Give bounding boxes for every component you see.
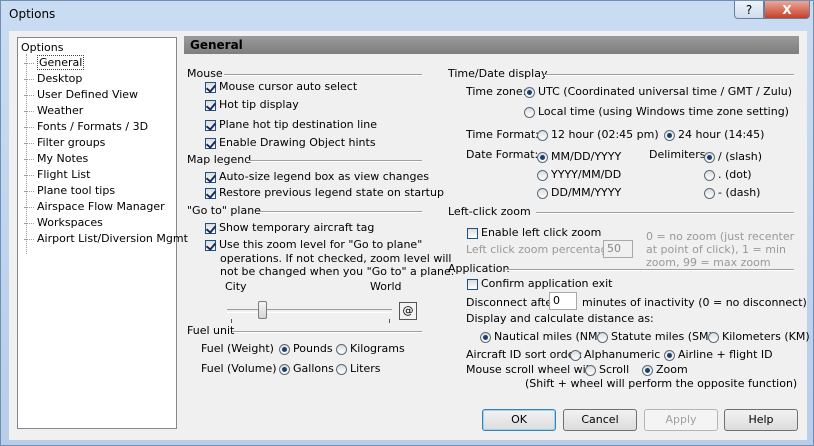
disconnect-label: Disconnect after	[466, 296, 557, 309]
zoom-pct-label: Left click zoom percentage:	[466, 243, 619, 256]
cancel-button[interactable]: Cancel	[563, 409, 637, 431]
disconnect-suffix: minutes of inactivity (0 = no disconnect…	[582, 296, 807, 309]
zoom-note-1: 0 = no zoom (just recenter	[646, 230, 795, 243]
tree-root[interactable]: Options	[21, 41, 63, 54]
auto-size-legend-checkbox[interactable]: Auto-size legend box as view changes	[205, 170, 429, 183]
confirm-exit-checkbox[interactable]: Confirm application exit	[467, 277, 612, 290]
help-icon[interactable]: ?	[734, 1, 764, 19]
divider	[536, 212, 794, 214]
hot-tip-checkbox[interactable]: Hot tip display	[205, 98, 299, 111]
slash-radio[interactable]: / (slash)	[704, 150, 762, 163]
tree-item-weather[interactable]: Weather	[24, 103, 83, 119]
goto-group-title: "Go to" plane	[187, 204, 261, 217]
divider	[256, 211, 422, 213]
restore-legend-checkbox[interactable]: Restore previous legend state on startup	[205, 186, 444, 199]
fuel-volume-label: Fuel (Volume)	[201, 362, 277, 375]
utc-radio[interactable]: UTC (Coordinated universal time / GMT / …	[524, 85, 792, 98]
divider	[544, 74, 794, 76]
application-group-title: Application	[448, 262, 510, 275]
left-click-group-title: Left-click zoom	[448, 205, 531, 218]
delimiters-label: Delimiters:	[649, 148, 710, 161]
scroll-radio[interactable]: Scroll	[585, 363, 629, 376]
panel-header: General	[184, 36, 799, 54]
zoom-pct-input[interactable]: 50	[603, 240, 633, 258]
mdy-radio[interactable]: MM/DD/YYYY	[537, 150, 621, 163]
kilograms-radio[interactable]: Kilograms	[336, 342, 405, 355]
dialog-client: Options General Desktop User Defined Vie…	[9, 31, 810, 440]
map-legend-group-title: Map legend	[187, 153, 252, 166]
tree-item-fonts[interactable]: Fonts / Formats / 3D	[24, 119, 148, 135]
mouse-group-title: Mouse	[187, 67, 223, 80]
zoom-note-2: at point of click), 1 = min	[646, 243, 787, 256]
time-zone-label: Time zone:	[466, 85, 527, 98]
tree-item-airport-list[interactable]: Airport List/Diversion Mgmt	[24, 231, 188, 247]
tree-item-filter-groups[interactable]: Filter groups	[24, 135, 105, 151]
airline-flight-radio[interactable]: Airline + flight ID	[664, 348, 773, 361]
dash-radio[interactable]: - (dash)	[704, 186, 760, 199]
tree-item-plane-tool-tips[interactable]: Plane tool tips	[24, 183, 115, 199]
enable-left-click-checkbox[interactable]: Enable left click zoom	[467, 226, 601, 239]
window-title: Options	[9, 7, 56, 21]
zoom-note-3: zoom, 99 = max zoom	[646, 256, 771, 269]
hot-tip-dest-checkbox[interactable]: Plane hot tip destination line	[205, 118, 377, 131]
tree-item-flight-list[interactable]: Flight List	[24, 167, 90, 183]
tree-item-general[interactable]: General	[24, 55, 85, 71]
ok-button[interactable]: OK	[482, 409, 556, 431]
liters-radio[interactable]: Liters	[336, 362, 381, 375]
alphanumeric-radio[interactable]: Alphanumeric	[570, 348, 660, 361]
time-group-title: Time/Date display	[448, 67, 548, 80]
24-hour-radio[interactable]: 24 hour (14:45)	[664, 128, 764, 141]
general-panel: General Mouse Mouse cursor auto select H…	[184, 36, 810, 406]
help-button[interactable]: Help	[724, 409, 798, 431]
zoom-slider-thumb[interactable]	[258, 301, 268, 319]
close-icon[interactable]: X	[764, 1, 810, 19]
slider-tick	[389, 319, 390, 323]
drawing-hints-checkbox[interactable]: Enable Drawing Object hints	[205, 136, 376, 149]
tree-item-my-notes[interactable]: My Notes	[24, 151, 88, 167]
tree-item-airspace-flow-manager[interactable]: Airspace Flow Manager	[24, 199, 165, 215]
apply-button[interactable]: Apply	[644, 409, 718, 431]
zoom-at-button[interactable]: @	[399, 302, 417, 320]
divider	[232, 331, 422, 333]
12-hour-radio[interactable]: 12 hour (02:45 pm)	[537, 128, 659, 141]
kilometers-radio[interactable]: Kilometers (KM)	[708, 330, 810, 343]
disconnect-input[interactable]: 0	[549, 292, 577, 310]
dot-radio[interactable]: . (dot)	[704, 168, 752, 181]
slider-tick	[231, 319, 232, 323]
slider-city-label: City	[225, 280, 247, 293]
use-zoom-text-2: operations. If not checked, zoom level w…	[220, 252, 452, 265]
date-format-label: Date Format:	[466, 148, 539, 161]
title-bar[interactable]: Options ? X	[1, 1, 813, 29]
options-tree[interactable]: Options General Desktop User Defined Vie…	[17, 37, 188, 429]
divider	[248, 160, 422, 162]
divider	[224, 74, 422, 76]
use-zoom-checkbox[interactable]: Use this zoom level for "Go to plane"	[205, 238, 422, 251]
show-tag-checkbox[interactable]: Show temporary aircraft tag	[205, 221, 374, 234]
scroll-note: (Shift + wheel will perform the opposite…	[525, 377, 798, 390]
distance-label: Display and calculate distance as:	[466, 312, 654, 325]
use-zoom-text-3: not be changed when you "Go to" a plane.	[220, 265, 455, 278]
scroll-wheel-label: Mouse scroll wheel will:	[466, 363, 596, 376]
tree-item-desktop[interactable]: Desktop	[24, 71, 82, 87]
time-format-label: Time Format:	[466, 128, 539, 141]
zoom-slider-track[interactable]	[227, 309, 392, 313]
gallons-radio[interactable]: Gallons	[279, 362, 334, 375]
dmy-radio[interactable]: DD/MM/YYYY	[537, 186, 621, 199]
options-window: Options ? X Options General Desktop User…	[0, 0, 814, 446]
auto-select-checkbox[interactable]: Mouse cursor auto select	[205, 80, 357, 93]
zoom-radio[interactable]: Zoom	[642, 363, 688, 376]
divider	[506, 269, 794, 271]
sort-order-label: Aircraft ID sort order:	[466, 348, 583, 361]
nautical-miles-radio[interactable]: Nautical miles (NM)	[480, 330, 602, 343]
ymd-radio[interactable]: YYYY/MM/DD	[537, 168, 621, 181]
slider-world-label: World	[370, 280, 402, 293]
tree-item-workspaces[interactable]: Workspaces	[24, 215, 103, 231]
tree-item-user-defined-view[interactable]: User Defined View	[24, 87, 138, 103]
fuel-weight-label: Fuel (Weight)	[201, 342, 274, 355]
fuel-group-title: Fuel unit	[187, 324, 235, 337]
pounds-radio[interactable]: Pounds	[279, 342, 333, 355]
local-time-radio[interactable]: Local time (using Windows time zone sett…	[524, 105, 789, 118]
statute-miles-radio[interactable]: Statute miles (SM)	[597, 330, 713, 343]
